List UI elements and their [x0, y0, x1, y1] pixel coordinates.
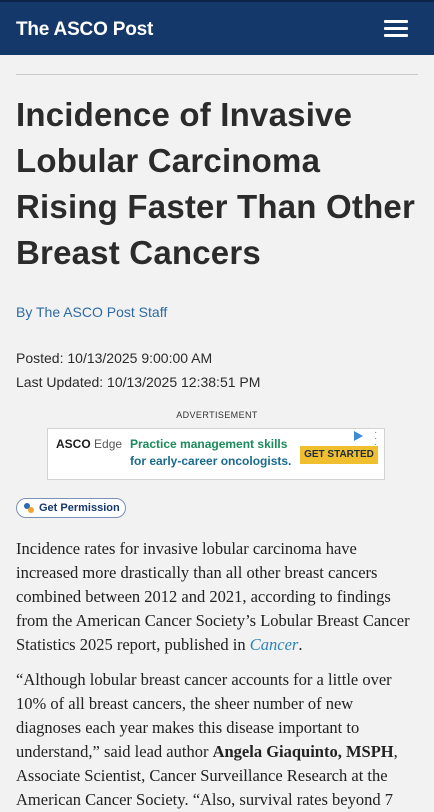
- ad-headline: Practice management skills: [130, 437, 288, 451]
- updated-date: Last Updated: 10/13/2025 12:38:51 PM: [16, 374, 261, 390]
- posted-date: Posted: 10/13/2025 9:00:00 AM: [16, 350, 213, 366]
- cancer-journal-link[interactable]: Cancer: [250, 635, 299, 654]
- advertisement-banner[interactable]: ASCO Edge Practice management skills for…: [47, 428, 385, 480]
- ad-subline: for early-career oncologists.: [130, 454, 292, 468]
- article-paragraph-1: Incidence rates for invasive lobular car…: [16, 539, 410, 654]
- ad-choices-icon[interactable]: [354, 431, 363, 441]
- hamburger-menu-icon[interactable]: [384, 20, 408, 38]
- divider: [16, 74, 418, 75]
- ad-more-icon[interactable]: · · ·: [374, 429, 377, 450]
- permission-icon: [24, 503, 35, 514]
- author-name: Angela Giaquinto, MSPH: [212, 742, 394, 761]
- byline[interactable]: By The ASCO Post Staff: [16, 304, 167, 320]
- article-paragraph-2: “Although lobular breast cancer accounts…: [16, 670, 398, 809]
- site-header: The ASCO Post: [0, 0, 434, 55]
- site-logo[interactable]: The ASCO Post: [16, 19, 153, 41]
- get-permission-button[interactable]: Get Permission: [16, 498, 126, 518]
- ad-brand: ASCO Edge: [56, 437, 123, 451]
- advertisement-label: ADVERTISEMENT: [176, 410, 258, 420]
- ad-brand-sub: Edge: [94, 437, 123, 451]
- get-permission-label: Get Permission: [39, 502, 120, 514]
- ad-get-started-button[interactable]: GET STARTED: [300, 446, 378, 464]
- article-title: Incidence of Invasive Lobular Carcinoma …: [16, 96, 416, 271]
